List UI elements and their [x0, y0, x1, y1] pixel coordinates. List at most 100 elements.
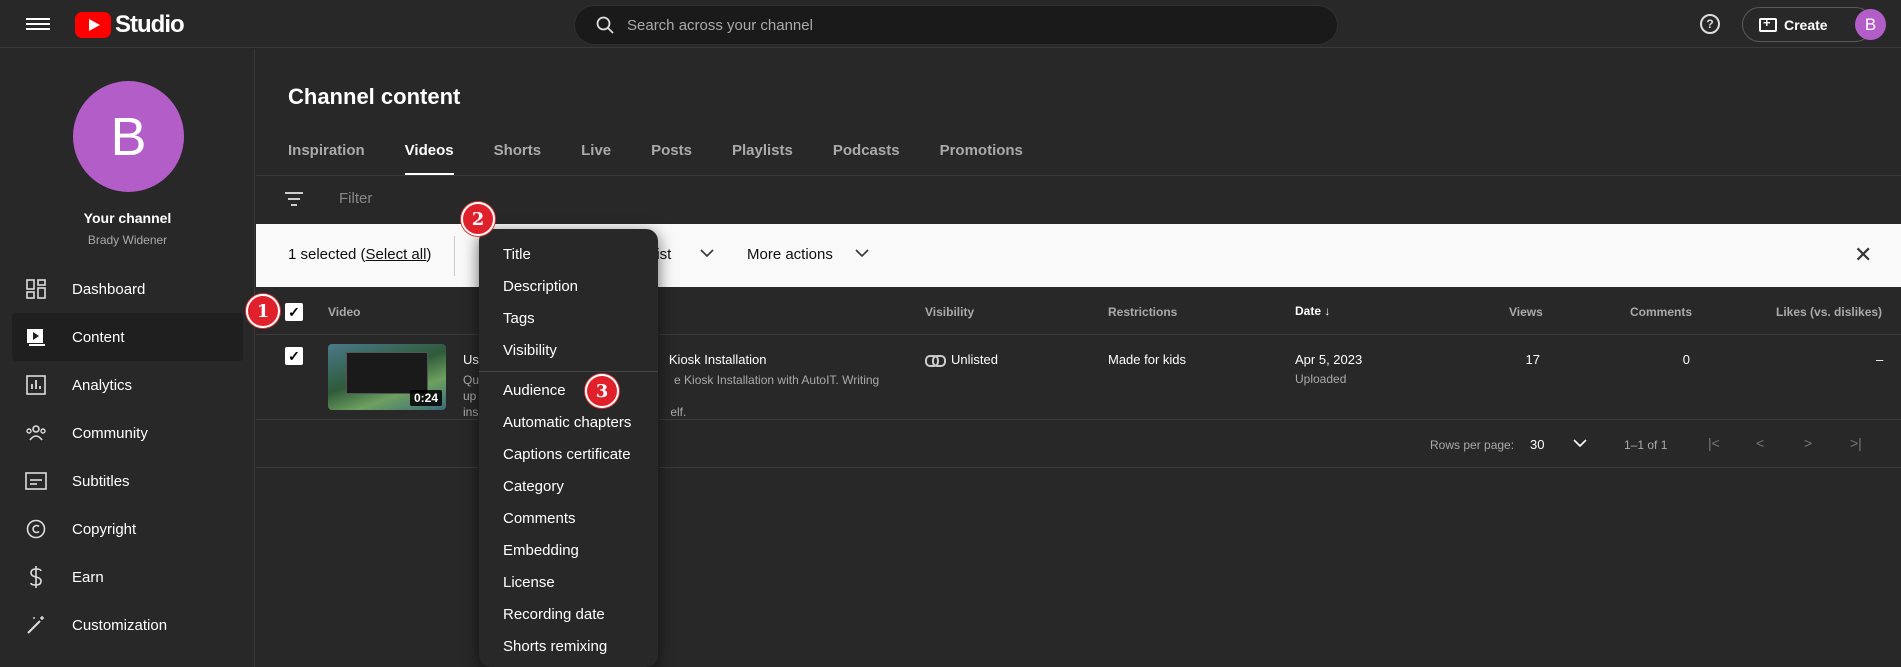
- menu-item-category[interactable]: Category: [503, 478, 564, 495]
- sidebar-item-label: Copyright: [72, 520, 137, 538]
- desc-start: ins: [463, 405, 479, 419]
- last-page-icon[interactable]: >|: [1850, 435, 1862, 451]
- row-checkbox[interactable]: ✓: [285, 347, 303, 365]
- menu-item-license[interactable]: License: [503, 574, 555, 591]
- menu-item-comments[interactable]: Comments: [503, 510, 576, 527]
- desc-end: elf.: [670, 405, 687, 419]
- tab-playlists[interactable]: Playlists: [732, 136, 793, 176]
- header-visibility[interactable]: Visibility: [925, 305, 974, 319]
- menu-item-embedding[interactable]: Embedding: [503, 542, 579, 559]
- video-title-end: Kiosk Installation: [668, 352, 767, 367]
- create-video-icon: [1759, 15, 1777, 32]
- menu-item-recording-date[interactable]: Recording date: [503, 606, 605, 623]
- page-title: Channel content: [288, 84, 461, 109]
- menu-item-description[interactable]: Description: [503, 278, 578, 295]
- step-marker-3: 3: [585, 374, 619, 408]
- sidebar-item-community[interactable]: Community: [12, 409, 243, 457]
- channel-title: Your channel: [83, 210, 172, 226]
- channel-name: Brady Widener: [87, 233, 168, 247]
- create-label: Create: [1784, 16, 1828, 33]
- rows-per-page-label: Rows per page:: [1430, 438, 1515, 452]
- chevron-down-icon[interactable]: [855, 246, 869, 261]
- sidebar-item-label: Content: [72, 328, 125, 346]
- menu-icon[interactable]: [26, 15, 50, 33]
- sidebar: B Your channel Brady Widener Dashboard C…: [0, 49, 255, 667]
- chevron-down-icon[interactable]: [700, 246, 714, 261]
- filter-row: [256, 176, 1901, 224]
- tab-promotions[interactable]: Promotions: [940, 136, 1023, 176]
- subtitles-icon: [25, 470, 47, 492]
- date-status: Uploaded: [1295, 372, 1347, 386]
- header-likes[interactable]: Likes (vs. dislikes): [1776, 305, 1882, 319]
- sidebar-item-copyright[interactable]: Copyright: [12, 505, 243, 553]
- sidebar-item-customization[interactable]: Customization: [12, 601, 243, 649]
- select-all-link[interactable]: Select all: [366, 246, 427, 263]
- select-all-checkbox[interactable]: ✓: [285, 303, 303, 321]
- first-page-icon[interactable]: |<: [1708, 435, 1720, 451]
- step-marker-2: 2: [461, 202, 495, 236]
- edit-field-menu: Title Description Tags Visibility Audien…: [479, 229, 658, 667]
- search-icon[interactable]: [583, 5, 627, 45]
- header-video: Video: [328, 305, 361, 319]
- previous-page-icon[interactable]: <: [1756, 435, 1764, 451]
- sidebar-item-label: Subtitles: [72, 472, 130, 490]
- channel-avatar[interactable]: B: [73, 81, 184, 192]
- thumbnail-screen: [346, 352, 428, 394]
- tab-shorts[interactable]: Shorts: [494, 136, 542, 176]
- filter-icon[interactable]: [285, 192, 303, 210]
- sidebar-item-label: Community: [72, 424, 148, 442]
- studio-logo[interactable]: Studio: [75, 11, 185, 39]
- community-icon: [25, 422, 47, 444]
- menu-item-audience[interactable]: Audience: [503, 382, 566, 399]
- header-date[interactable]: Date ↓: [1295, 304, 1330, 318]
- sidebar-item-dashboard[interactable]: Dashboard: [12, 265, 243, 313]
- earn-icon: [25, 566, 47, 588]
- help-icon[interactable]: ?: [1700, 14, 1720, 34]
- visibility-value: Unlisted: [951, 352, 998, 367]
- filter-input[interactable]: [339, 190, 739, 207]
- rows-per-page-value[interactable]: 30: [1530, 437, 1544, 452]
- tab-videos[interactable]: Videos: [404, 136, 454, 176]
- create-button[interactable]: Create: [1742, 7, 1873, 42]
- menu-item-visibility[interactable]: Visibility: [503, 342, 557, 359]
- content-icon: [25, 326, 47, 348]
- search-bar[interactable]: [574, 5, 1338, 45]
- sidebar-item-content[interactable]: Content: [12, 313, 243, 361]
- menu-item-shorts-remixing[interactable]: Shorts remixing: [503, 638, 607, 655]
- header-restrictions[interactable]: Restrictions: [1108, 305, 1177, 319]
- menu-item-captions-certificate[interactable]: Captions certificate: [503, 446, 631, 463]
- header-comments[interactable]: Comments: [1630, 305, 1692, 319]
- menu-item-automatic-chapters[interactable]: Automatic chapters: [503, 414, 631, 431]
- sidebar-item-analytics[interactable]: Analytics: [12, 361, 243, 409]
- header-views[interactable]: Views: [1509, 305, 1543, 319]
- chevron-down-icon[interactable]: [1573, 435, 1587, 451]
- sidebar-item-subtitles[interactable]: Subtitles: [12, 457, 243, 505]
- menu-item-title[interactable]: Title: [503, 246, 531, 263]
- sidebar-item-label: Earn: [72, 568, 104, 586]
- account-avatar[interactable]: B: [1855, 9, 1886, 40]
- analytics-icon: [25, 374, 47, 396]
- page-range: 1–1 of 1: [1624, 438, 1668, 452]
- step-marker-1: 1: [246, 294, 280, 328]
- search-input[interactable]: [627, 16, 1277, 34]
- selection-count: 1 selected (Select all): [288, 246, 431, 263]
- more-actions-dropdown[interactable]: More actions: [747, 246, 833, 263]
- selection-suffix: ): [426, 246, 432, 263]
- menu-item-tags[interactable]: Tags: [503, 310, 535, 327]
- sidebar-item-earn[interactable]: Earn: [12, 553, 243, 601]
- magic-wand-icon: [25, 614, 47, 636]
- tab-live[interactable]: Live: [581, 136, 611, 176]
- visibility-cell[interactable]: Unlisted: [925, 352, 998, 367]
- video-thumbnail[interactable]: 0:24: [328, 344, 446, 410]
- sidebar-item-label: Dashboard: [72, 280, 146, 298]
- next-page-icon[interactable]: >: [1804, 435, 1812, 451]
- tab-posts[interactable]: Posts: [651, 136, 692, 176]
- copyright-icon: [25, 518, 47, 540]
- restriction-value: Made for kids: [1108, 352, 1187, 367]
- tab-inspiration[interactable]: Inspiration: [288, 136, 365, 176]
- close-icon[interactable]: ✕: [1854, 242, 1872, 268]
- top-bar: Studio ? Create B: [0, 0, 1901, 48]
- youtube-play-icon: [75, 12, 111, 38]
- tab-podcasts[interactable]: Podcasts: [833, 136, 900, 176]
- comments-value: 0: [1682, 352, 1690, 367]
